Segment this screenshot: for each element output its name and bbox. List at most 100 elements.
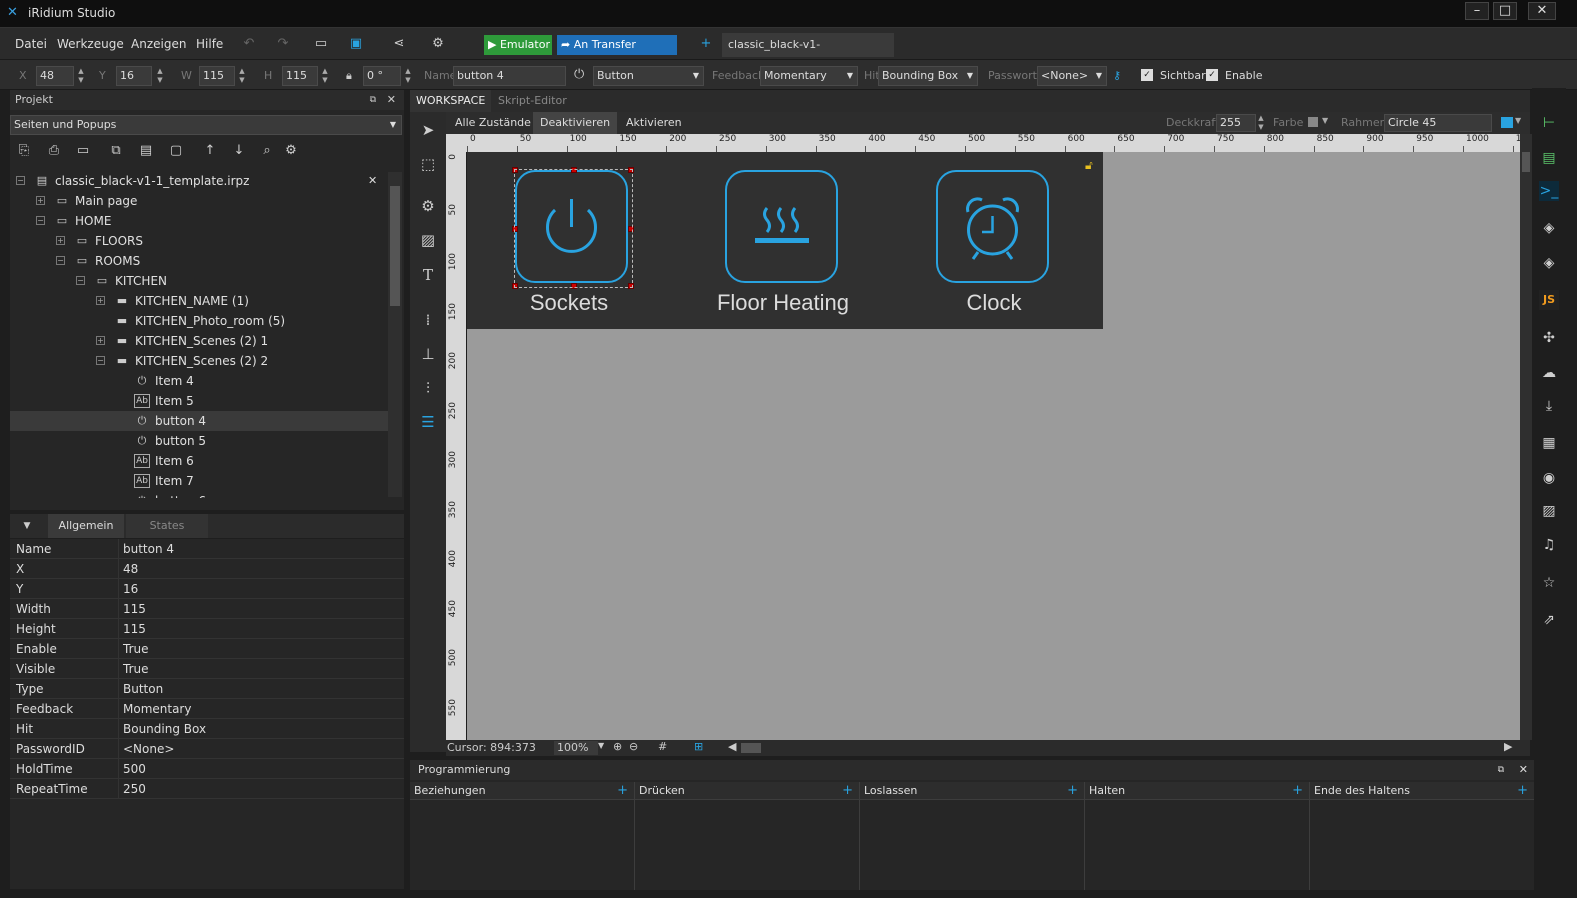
expand-icon[interactable]: + — [96, 296, 105, 305]
collapse-icon[interactable]: − — [36, 216, 45, 225]
share-icon[interactable]: ⋖ — [390, 35, 408, 53]
terminal-icon[interactable]: >_ — [1539, 181, 1559, 201]
document-tab[interactable]: classic_black-v1-1_template.irpz* — [722, 33, 894, 75]
property-value[interactable]: Bounding Box — [123, 719, 206, 739]
collapse-icon[interactable]: − — [56, 256, 65, 265]
music-icon[interactable]: ♫ — [1539, 535, 1559, 555]
lock-icon[interactable]: 🔓︎ — [1085, 158, 1093, 173]
enable-checkbox[interactable]: ✓ — [1206, 69, 1218, 81]
angle-stepper[interactable]: ▲ ▼ — [403, 67, 413, 85]
tree-item[interactable]: − ▭ ROOMS — [10, 251, 388, 271]
tree-view-icon[interactable]: ⊢ — [1539, 113, 1559, 133]
image-tool-icon[interactable]: ▨ — [418, 230, 438, 250]
add-tab-icon[interactable]: + — [697, 35, 715, 53]
password-select[interactable]: <None> ▼ — [1037, 66, 1107, 86]
vscroll-thumb[interactable] — [1522, 152, 1530, 172]
property-value[interactable]: 115 — [123, 599, 146, 619]
property-value[interactable]: <None> — [123, 739, 174, 759]
move-up-icon[interactable]: ↑ — [201, 142, 219, 160]
frame-color-swatch[interactable] — [1501, 117, 1513, 128]
expand-icon[interactable]: + — [36, 196, 45, 205]
chevron-down-icon[interactable]: ▼ — [598, 741, 604, 750]
save-icon[interactable]: ▣ — [347, 35, 365, 53]
collapse-icon[interactable]: − — [16, 176, 25, 185]
export-icon[interactable]: ⇗ — [1539, 610, 1559, 630]
duplicate-icon[interactable]: ▢ — [167, 142, 185, 160]
close-button[interactable]: ✕ — [1528, 2, 1556, 20]
property-value[interactable]: Momentary — [123, 699, 191, 719]
height-input[interactable]: 115 — [282, 66, 318, 86]
open-folder-icon[interactable]: ▭ — [312, 35, 330, 53]
scroll-right-icon[interactable]: ▶ — [1504, 740, 1512, 753]
layout-icon[interactable]: ▦ — [1539, 433, 1559, 453]
x-stepper[interactable]: ▲ ▼ — [76, 67, 86, 85]
frame-select[interactable]: Circle 45 — [1384, 114, 1492, 132]
menu-anzeigen[interactable]: Anzeigen — [131, 37, 186, 51]
property-value[interactable]: 16 — [123, 579, 138, 599]
tree-item[interactable]: Ab Item 7 — [10, 471, 388, 491]
transfer-button[interactable]: ➦ An Transfer senden — [557, 35, 677, 71]
zoom-in-icon[interactable]: ⊕ — [613, 740, 622, 753]
minimize-button[interactable]: – — [1465, 2, 1489, 20]
emulator-button[interactable]: ▶ Emulator — [484, 35, 552, 55]
design-canvas[interactable]: Sockets Floor Heating Clock 🔓︎ — [467, 152, 1520, 740]
tab-script-editor[interactable]: Skript-Editor — [492, 90, 573, 112]
name-input[interactable]: button 4 — [453, 66, 566, 86]
add-icon[interactable]: + — [617, 782, 628, 800]
cloud-icon[interactable]: ☁ — [1539, 363, 1559, 383]
property-row[interactable]: Visible True — [10, 659, 404, 679]
zoom-select[interactable]: 100% — [554, 741, 598, 755]
opacity-input[interactable]: 255 — [1216, 114, 1256, 132]
distribute-tool-icon[interactable]: ⫶ — [418, 378, 438, 398]
close-panel-icon[interactable]: ✕ — [1519, 760, 1528, 780]
opacity-stepper[interactable]: ▲ ▼ — [1256, 114, 1266, 132]
redo-icon[interactable]: ↷ — [274, 35, 292, 53]
chevron-down-icon[interactable]: ▼ — [1322, 116, 1328, 125]
tree-item[interactable]: Ab Item 5 — [10, 391, 388, 411]
width-stepper[interactable]: ▲ ▼ — [237, 67, 247, 85]
property-value[interactable]: Button — [123, 679, 163, 699]
lock-icon[interactable]: 🔒︎ — [346, 69, 352, 83]
grid-toggle-icon[interactable]: # — [658, 740, 667, 753]
javascript-icon[interactable]: JS — [1539, 290, 1559, 310]
property-row[interactable]: Width 115 — [10, 599, 404, 619]
snap-icon[interactable]: ⊞ — [694, 740, 703, 753]
property-value[interactable]: 48 — [123, 559, 138, 579]
tree-item[interactable]: ▬ KITCHEN_Photo_room (5) — [10, 311, 388, 331]
tree-item[interactable]: + ▭ Main page — [10, 191, 388, 211]
tree-item[interactable]: − ▭ HOME — [10, 211, 388, 231]
text-tool-icon[interactable]: T — [418, 265, 438, 285]
tree-item[interactable]: − ▬ KITCHEN_Scenes (2) 2 — [10, 351, 388, 371]
property-value[interactable]: 115 — [123, 619, 146, 639]
tree-item[interactable]: Ab Item 6 — [10, 451, 388, 471]
zoom-out-icon[interactable]: ⊖ — [629, 740, 638, 753]
x-input[interactable]: 48 — [36, 66, 74, 86]
layer-tool-icon[interactable]: ☰ — [418, 412, 438, 432]
property-row[interactable]: Name button 4 — [10, 539, 404, 559]
tree-item[interactable]: + ▬ KITCHEN_Scenes (2) 1 — [10, 331, 388, 351]
canvas-vscrollbar[interactable] — [1520, 134, 1532, 740]
property-row[interactable]: Feedback Momentary — [10, 699, 404, 719]
paste-icon[interactable]: ▤ — [137, 142, 155, 160]
property-row[interactable]: RepeatTime 250 — [10, 779, 404, 799]
tab-states[interactable]: States — [126, 514, 208, 538]
activate-button[interactable]: Aktivieren — [619, 112, 689, 134]
tree-item[interactable]: ⏻ button 5 — [10, 431, 388, 451]
property-value[interactable]: True — [123, 659, 149, 679]
angle-input[interactable]: 0 ° — [363, 66, 401, 86]
property-row[interactable]: Enable True — [10, 639, 404, 659]
add-folder-icon[interactable]: ▭ — [74, 142, 92, 160]
tree-item[interactable]: ⏻ button 6 — [10, 491, 388, 498]
tree-item[interactable]: ⏻ button 4 — [10, 411, 388, 431]
deactivate-button[interactable]: Deaktivieren — [533, 112, 618, 134]
move-down-icon[interactable]: ↓ — [230, 142, 248, 160]
tree-item[interactable]: + ▬ KITCHEN_NAME (1) — [10, 291, 388, 311]
property-row[interactable]: HoldTime 500 — [10, 759, 404, 779]
y-input[interactable]: 16 — [116, 66, 152, 86]
device-icon[interactable]: ▤ — [1539, 148, 1559, 168]
add-icon[interactable]: + — [1067, 782, 1078, 800]
tree-scroll-thumb[interactable] — [390, 186, 400, 306]
network-icon[interactable]: ✣ — [1539, 328, 1559, 348]
tree-item[interactable]: − ▤ classic_black-v1-1_template.irpz — [10, 171, 388, 191]
add-icon[interactable]: + — [1292, 782, 1303, 800]
